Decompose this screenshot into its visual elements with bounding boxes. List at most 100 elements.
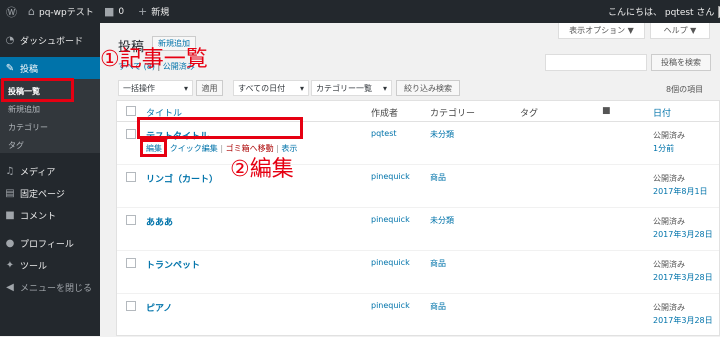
profile-icon: ● xyxy=(5,237,15,249)
sidebar-item-dashboard[interactable]: ◔ ダッシュボード xyxy=(0,29,100,51)
plus-icon: + xyxy=(138,5,148,18)
comments-count: 0 xyxy=(118,6,125,17)
post-author-link[interactable]: pinequick xyxy=(371,215,410,224)
sidebar-item-pages[interactable]: ▤ 固定ページ xyxy=(0,182,100,204)
post-status: 公開済み xyxy=(653,131,685,140)
bulk-action-value: 一括操作 xyxy=(123,83,155,93)
table-row: リンゴ（カート） pinequick 商品 公開済み 2017年8月1日 xyxy=(117,165,719,208)
sidebar-item-label: メニューを閉じる xyxy=(20,283,93,294)
annotation-step1: ①記事一覧 xyxy=(100,47,208,72)
select-all-checkbox[interactable] xyxy=(126,106,136,116)
row-checkbox[interactable] xyxy=(126,258,136,268)
new-label: 新規 xyxy=(151,8,170,18)
post-status: 公開済み xyxy=(653,303,685,312)
quick-edit-link[interactable]: クイック編集 xyxy=(170,144,218,153)
post-author-link[interactable]: pinequick xyxy=(371,172,410,181)
table-row: トランペット pinequick 商品 公開済み 2017年3月28日 xyxy=(117,251,719,294)
post-date-value: 2017年3月28日 xyxy=(653,273,713,282)
column-tags: タグ xyxy=(520,109,539,119)
row-checkbox[interactable] xyxy=(126,215,136,225)
table-row: ピアノ pinequick 商品 公開済み 2017年3月28日 xyxy=(117,294,719,337)
site-name-link[interactable]: ⌂ pq-wpテスト xyxy=(28,0,94,23)
post-category-link[interactable]: 商品 xyxy=(430,172,446,183)
trash-link[interactable]: ゴミ箱へ移動 xyxy=(226,144,274,153)
post-date-value: 2017年3月28日 xyxy=(653,230,713,239)
sidebar-item-label: ダッシュボード xyxy=(20,36,84,47)
search-posts-button[interactable]: 投稿を検索 xyxy=(651,54,711,71)
sidebar-item-label: 投稿 xyxy=(20,64,39,75)
post-title-link[interactable]: あああ xyxy=(146,215,173,228)
submenu-item-categories[interactable]: カテゴリー xyxy=(8,122,48,133)
post-date-value: 2017年8月1日 xyxy=(653,187,708,196)
greeting: こんにちは、 pqtest さん xyxy=(608,8,715,18)
sidebar-item-label: 固定ページ xyxy=(20,189,65,200)
search-input[interactable] xyxy=(545,54,647,71)
help-button[interactable]: ヘルプ ▼ xyxy=(650,23,710,39)
column-date[interactable]: 日付 xyxy=(653,106,671,119)
comments-column-icon[interactable]: ■ xyxy=(602,106,611,116)
sidebar-item-media[interactable]: ♫ メディア xyxy=(0,160,100,182)
pin-icon: ✎ xyxy=(5,62,15,74)
new-content-link[interactable]: + 新規 xyxy=(138,0,169,23)
bulk-action-select[interactable]: 一括操作 ▾ xyxy=(118,80,193,96)
chevron-down-icon: ▾ xyxy=(299,83,304,93)
row-actions: 編集 | クイック編集 | ゴミ箱へ移動 | 表示 xyxy=(146,144,298,153)
screen-options-button[interactable]: 表示オプション ▼ xyxy=(558,23,645,39)
column-author: 作成者 xyxy=(371,109,399,119)
highlight-post-title xyxy=(137,117,303,139)
post-date: 公開済み 1分前 xyxy=(653,129,713,155)
submenu-item-add-new[interactable]: 新規追加 xyxy=(8,104,40,115)
table-row: あああ pinequick 未分類 公開済み 2017年3月28日 xyxy=(117,208,719,251)
sidebar-item-profile[interactable]: ● プロフィール xyxy=(0,232,100,254)
post-date: 公開済み 2017年8月1日 xyxy=(653,172,713,198)
post-category-link[interactable]: 未分類 xyxy=(430,215,454,226)
row-checkbox[interactable] xyxy=(126,172,136,182)
row-checkbox[interactable] xyxy=(126,129,136,139)
annotation-step2: ②編集 xyxy=(230,157,294,182)
admin-sidebar: ◔ ダッシュボード ✎ 投稿 投稿一覧 新規追加 カテゴリー タグ ♫ メディア… xyxy=(0,23,100,336)
date-filter-value: すべての日付 xyxy=(238,83,286,93)
post-category-link[interactable]: 商品 xyxy=(430,301,446,312)
post-status: 公開済み xyxy=(653,217,685,226)
comments-link[interactable]: ■ 0 xyxy=(104,0,124,23)
sidebar-item-label: コメント xyxy=(20,211,57,222)
post-date: 公開済み 2017年3月28日 xyxy=(653,258,713,284)
post-date-value: 1分前 xyxy=(653,144,675,153)
collapse-menu-button[interactable]: ◀ メニューを閉じる xyxy=(0,276,100,298)
post-title-link[interactable]: リンゴ（カート） xyxy=(146,172,218,185)
post-author-link[interactable]: pinequick xyxy=(371,258,410,267)
chevron-down-icon: ▾ xyxy=(382,83,387,93)
post-author-link[interactable]: pinequick xyxy=(371,301,410,310)
date-filter-select[interactable]: すべての日付 ▾ xyxy=(233,80,309,96)
wordpress-logo-icon[interactable]: Ⓦ xyxy=(6,0,17,23)
admin-bar: Ⓦ ⌂ pq-wpテスト ■ 0 + 新規 こんにちは、 pqtest さん xyxy=(0,0,720,23)
site-name: pq-wpテスト xyxy=(38,8,94,18)
account-menu[interactable]: こんにちは、 pqtest さん xyxy=(608,0,720,23)
post-category-link[interactable]: 商品 xyxy=(430,258,446,269)
column-category: カテゴリー xyxy=(430,109,476,119)
post-date: 公開済み 2017年3月28日 xyxy=(653,301,713,327)
submenu-item-tags[interactable]: タグ xyxy=(8,140,24,151)
view-link[interactable]: 表示 xyxy=(281,144,297,153)
post-author-link[interactable]: pqtest xyxy=(371,129,397,138)
sidebar-item-label: プロフィール xyxy=(20,239,74,250)
apply-button[interactable]: 適用 xyxy=(196,80,223,96)
category-filter-value: カテゴリー一覧 xyxy=(316,83,372,93)
post-title-link[interactable]: トランペット xyxy=(146,258,200,271)
page-icon: ▤ xyxy=(5,187,15,199)
sidebar-item-posts[interactable]: ✎ 投稿 xyxy=(0,57,100,79)
post-date-value: 2017年3月28日 xyxy=(653,316,713,325)
sidebar-item-comments[interactable]: ■ コメント xyxy=(0,204,100,226)
post-status: 公開済み xyxy=(653,260,685,269)
home-icon: ⌂ xyxy=(28,5,35,18)
comment-bubble-icon: ■ xyxy=(104,5,115,18)
comment-icon: ■ xyxy=(5,209,15,221)
post-date: 公開済み 2017年3月28日 xyxy=(653,215,713,241)
row-checkbox[interactable] xyxy=(126,301,136,311)
category-filter-select[interactable]: カテゴリー一覧 ▾ xyxy=(311,80,392,96)
dashboard-icon: ◔ xyxy=(5,34,15,46)
sidebar-item-tools[interactable]: ✦ ツール xyxy=(0,254,100,276)
filter-button[interactable]: 絞り込み検索 xyxy=(396,80,460,96)
post-category-link[interactable]: 未分類 xyxy=(430,129,454,140)
post-title-link[interactable]: ピアノ xyxy=(146,301,172,314)
